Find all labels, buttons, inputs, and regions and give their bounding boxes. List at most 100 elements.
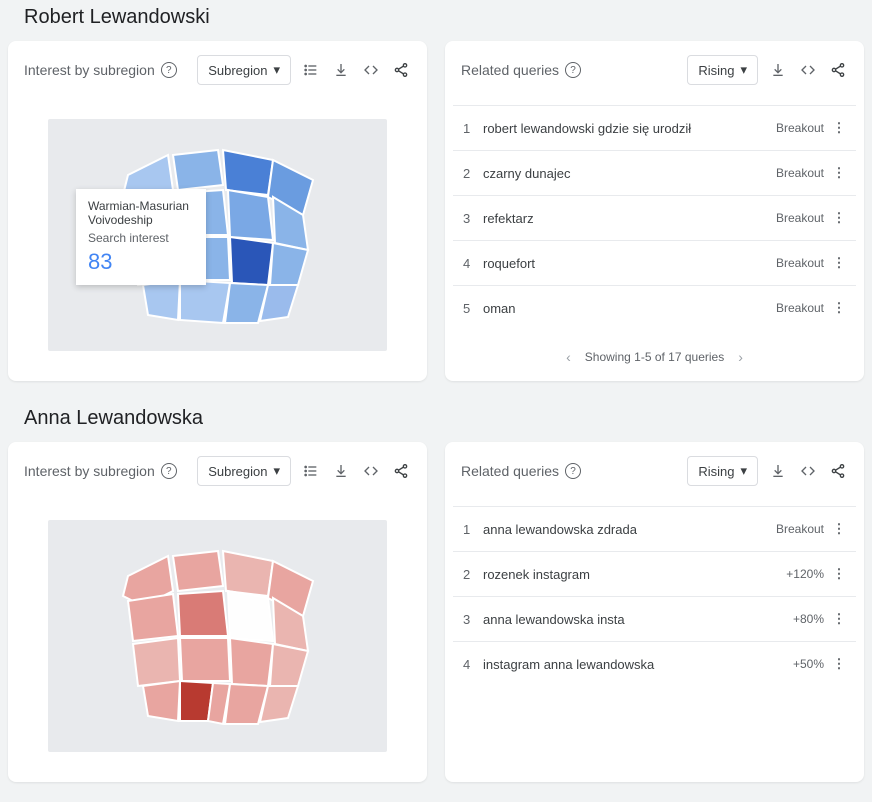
dropdown-label: Rising	[698, 63, 734, 78]
query-rank: 2	[463, 567, 483, 582]
list-icon[interactable]	[301, 60, 321, 80]
section-title: Anna Lewandowska	[8, 401, 864, 442]
help-icon[interactable]: ?	[565, 463, 581, 479]
interest-map-card: Interest by subregion ? Subregion ▾	[8, 41, 427, 381]
embed-icon[interactable]	[798, 461, 818, 481]
share-icon[interactable]	[828, 60, 848, 80]
more-icon[interactable]: ⋮	[832, 300, 846, 316]
rising-dropdown[interactable]: Rising ▾	[687, 456, 758, 486]
query-rank: 5	[463, 301, 483, 316]
list-icon[interactable]	[301, 461, 321, 481]
map-area[interactable]	[48, 520, 387, 752]
query-rank: 1	[463, 522, 483, 537]
caret-down-icon: ▾	[740, 463, 747, 479]
query-rank: 3	[463, 612, 483, 627]
download-icon[interactable]	[768, 60, 788, 80]
query-text: robert lewandowski gdzie się urodził	[483, 121, 776, 136]
query-value: Breakout	[776, 211, 824, 225]
query-text: instagram anna lewandowska	[483, 657, 793, 672]
more-icon[interactable]: ⋮	[832, 210, 846, 226]
query-row[interactable]: 1 anna lewandowska zdrada Breakout ⋮	[453, 506, 856, 551]
next-page-icon[interactable]: ›	[738, 349, 743, 365]
subregion-dropdown[interactable]: Subregion ▾	[197, 456, 291, 486]
query-row[interactable]: 1 robert lewandowski gdzie się urodził B…	[453, 105, 856, 150]
more-icon[interactable]: ⋮	[832, 611, 846, 627]
query-text: roquefort	[483, 256, 776, 271]
help-icon[interactable]: ?	[161, 463, 177, 479]
query-value: Breakout	[776, 522, 824, 536]
query-text: anna lewandowska insta	[483, 612, 793, 627]
query-row[interactable]: 3 anna lewandowska insta +80% ⋮	[453, 596, 856, 641]
query-row[interactable]: 4 instagram anna lewandowska +50% ⋮	[453, 641, 856, 686]
interest-map-card: Interest by subregion ? Subregion ▾	[8, 442, 427, 782]
prev-page-icon[interactable]: ‹	[566, 349, 571, 365]
query-row[interactable]: 2 rozenek instagram +120% ⋮	[453, 551, 856, 596]
map-area[interactable]: Warmian-Masurian Voivodeship Search inte…	[48, 119, 387, 351]
query-row[interactable]: 5 oman Breakout ⋮	[453, 285, 856, 330]
query-rank: 4	[463, 657, 483, 672]
dropdown-label: Subregion	[208, 63, 267, 78]
caret-down-icon: ▾	[740, 62, 747, 78]
more-icon[interactable]: ⋮	[832, 255, 846, 271]
card-title: Interest by subregion	[24, 463, 155, 479]
section-title: Robert Lewandowski	[8, 0, 864, 41]
query-list: 1 robert lewandowski gdzie się urodził B…	[445, 99, 864, 337]
query-text: rozenek instagram	[483, 567, 786, 582]
tooltip-value: 83	[88, 249, 194, 275]
query-row[interactable]: 4 roquefort Breakout ⋮	[453, 240, 856, 285]
download-icon[interactable]	[768, 461, 788, 481]
card-title: Related queries	[461, 463, 559, 479]
card-title: Related queries	[461, 62, 559, 78]
pager: ‹ Showing 1-5 of 17 queries ›	[445, 337, 864, 381]
query-row[interactable]: 3 refektarz Breakout ⋮	[453, 195, 856, 240]
dropdown-label: Rising	[698, 464, 734, 479]
tooltip-region: Warmian-Masurian Voivodeship	[88, 199, 194, 227]
tooltip-label: Search interest	[88, 231, 194, 245]
embed-icon[interactable]	[361, 461, 381, 481]
query-rank: 1	[463, 121, 483, 136]
related-queries-card: Related queries ? Rising ▾	[445, 41, 864, 381]
section-anna: Anna Lewandowska Interest by subregion ?…	[8, 401, 864, 782]
query-value: Breakout	[776, 256, 824, 270]
caret-down-icon: ▾	[273, 62, 280, 78]
query-text: anna lewandowska zdrada	[483, 522, 776, 537]
query-value: +120%	[786, 567, 824, 581]
query-value: Breakout	[776, 121, 824, 135]
query-text: oman	[483, 301, 776, 316]
query-value: +50%	[793, 657, 824, 671]
more-icon[interactable]: ⋮	[832, 566, 846, 582]
poland-map-icon	[98, 536, 338, 736]
query-value: Breakout	[776, 301, 824, 315]
embed-icon[interactable]	[361, 60, 381, 80]
query-rank: 2	[463, 166, 483, 181]
query-text: czarny dunajec	[483, 166, 776, 181]
subregion-dropdown[interactable]: Subregion ▾	[197, 55, 291, 85]
query-text: refektarz	[483, 211, 776, 226]
more-icon[interactable]: ⋮	[832, 120, 846, 136]
query-value: Breakout	[776, 166, 824, 180]
rising-dropdown[interactable]: Rising ▾	[687, 55, 758, 85]
embed-icon[interactable]	[798, 60, 818, 80]
pager-text: Showing 1-5 of 17 queries	[585, 350, 724, 364]
card-title: Interest by subregion	[24, 62, 155, 78]
share-icon[interactable]	[391, 461, 411, 481]
caret-down-icon: ▾	[273, 463, 280, 479]
share-icon[interactable]	[828, 461, 848, 481]
query-rank: 4	[463, 256, 483, 271]
section-robert: Robert Lewandowski Interest by subregion…	[8, 0, 864, 381]
help-icon[interactable]: ?	[161, 62, 177, 78]
dropdown-label: Subregion	[208, 464, 267, 479]
more-icon[interactable]: ⋮	[832, 656, 846, 672]
query-list: 1 anna lewandowska zdrada Breakout ⋮ 2 r…	[445, 500, 864, 782]
download-icon[interactable]	[331, 461, 351, 481]
related-queries-card: Related queries ? Rising ▾	[445, 442, 864, 782]
query-value: +80%	[793, 612, 824, 626]
query-rank: 3	[463, 211, 483, 226]
share-icon[interactable]	[391, 60, 411, 80]
more-icon[interactable]: ⋮	[832, 521, 846, 537]
help-icon[interactable]: ?	[565, 62, 581, 78]
download-icon[interactable]	[331, 60, 351, 80]
more-icon[interactable]: ⋮	[832, 165, 846, 181]
query-row[interactable]: 2 czarny dunajec Breakout ⋮	[453, 150, 856, 195]
map-tooltip: Warmian-Masurian Voivodeship Search inte…	[76, 189, 206, 285]
